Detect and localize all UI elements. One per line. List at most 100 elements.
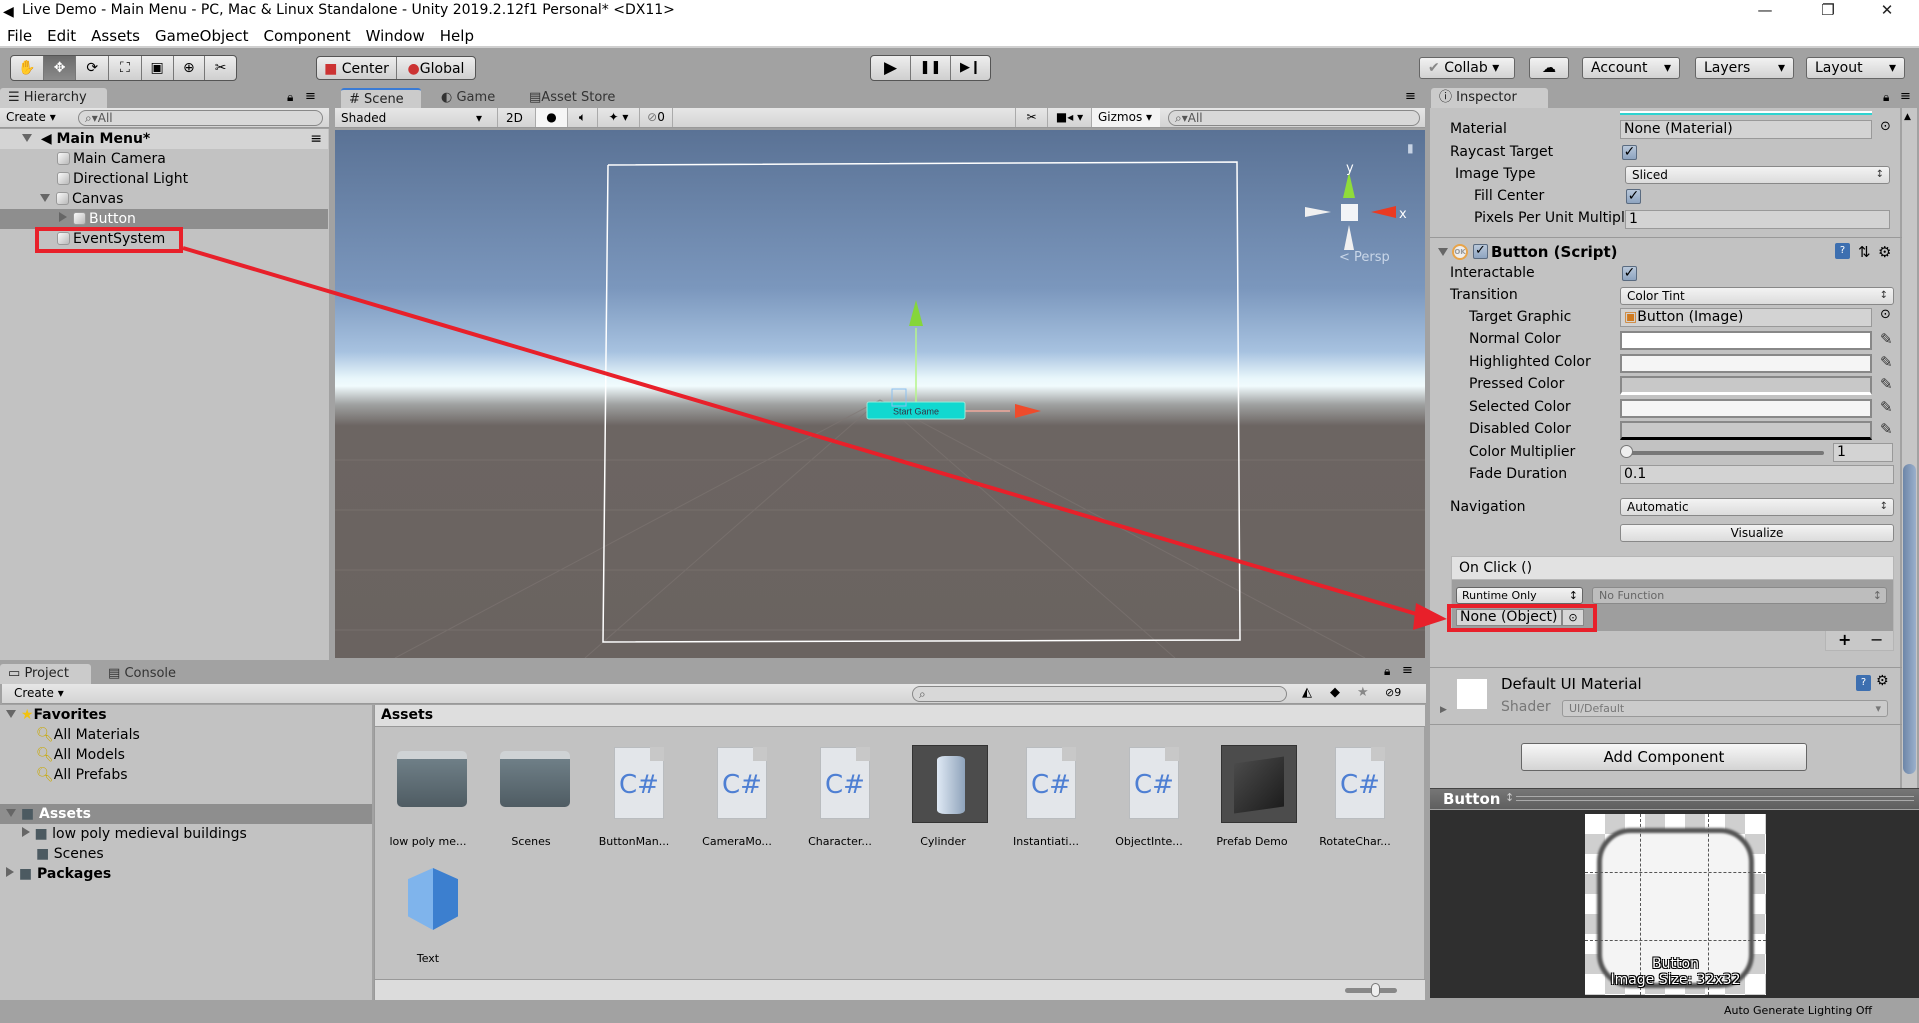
asset-item[interactable]: C# ButtonMan...: [589, 735, 679, 850]
image-type-dropdown[interactable]: Sliced: [1625, 166, 1890, 184]
hierarchy-item[interactable]: Directional Light: [0, 169, 328, 189]
pressed-color-field[interactable]: [1620, 376, 1872, 395]
collab-button[interactable]: ✔ Collab ▾: [1419, 57, 1515, 79]
hierarchy-item[interactable]: Canvas: [0, 189, 328, 209]
menu-edit[interactable]: Edit: [40, 24, 84, 48]
asset-item[interactable]: Cylinder: [898, 735, 988, 850]
color-field-partial[interactable]: [1620, 111, 1872, 115]
expand-arrow-icon[interactable]: [6, 710, 16, 718]
menu-gameobject[interactable]: GameObject: [148, 24, 257, 48]
collapse-arrow-icon[interactable]: [59, 212, 67, 222]
panel-menu-icon[interactable]: ≡: [1405, 89, 1416, 104]
layers-dropdown[interactable]: Layers ▾: [1695, 57, 1794, 79]
visualize-button[interactable]: Visualize: [1620, 524, 1894, 542]
asset-item[interactable]: C# Character...: [795, 735, 885, 850]
cloud-button[interactable]: ☁: [1529, 57, 1569, 79]
object-picker-icon[interactable]: ⊙: [1880, 119, 1891, 134]
scene-menu-icon[interactable]: ≡: [310, 129, 322, 149]
menu-help[interactable]: Help: [433, 24, 482, 48]
lock-icon[interactable]: 🔒︎: [1384, 664, 1390, 679]
asset-item[interactable]: C# RotateChar...: [1310, 735, 1400, 850]
folder-item[interactable]: ■ low poly medieval buildings: [0, 824, 328, 844]
layout-dropdown[interactable]: Layout ▾: [1806, 57, 1905, 79]
menu-file[interactable]: File: [0, 24, 40, 48]
preview-dropdown-icon[interactable]: ↕: [1505, 791, 1514, 804]
object-picker-icon[interactable]: ⊙: [1880, 307, 1891, 322]
expand-arrow-icon[interactable]: [1438, 248, 1448, 256]
selected-color-field[interactable]: [1620, 399, 1872, 418]
asset-item[interactable]: C# CameraMo...: [692, 735, 782, 850]
eyedropper-icon[interactable]: ✎: [1880, 353, 1893, 371]
favorites-node[interactable]: ★Favorites: [0, 705, 372, 725]
menu-assets[interactable]: Assets: [84, 24, 148, 48]
expand-arrow-icon[interactable]: [6, 809, 16, 817]
lock-icon[interactable]: 🔒︎: [1883, 90, 1889, 105]
normal-color-field[interactable]: [1620, 331, 1872, 350]
create-dropdown[interactable]: Create ▾: [14, 686, 64, 700]
lock-icon[interactable]: 🔒︎: [287, 90, 293, 105]
raycast-target-checkbox[interactable]: ✓: [1622, 145, 1637, 160]
remove-listener-button[interactable]: −: [1870, 631, 1883, 649]
collapse-arrow-icon[interactable]: [22, 827, 30, 837]
hierarchy-item[interactable]: Main Camera: [0, 149, 328, 169]
audio-toggle-icon[interactable]: 🔈︎: [567, 108, 597, 127]
filter-by-label-icon[interactable]: ◆: [1330, 685, 1340, 700]
scene-root[interactable]: ◀ Main Menu* ≡: [0, 129, 328, 149]
settings-gear-icon[interactable]: ⚙: [1876, 673, 1889, 689]
tools-icon[interactable]: ✂: [1015, 108, 1047, 127]
asset-item[interactable]: low poly me...: [383, 735, 473, 850]
tab-hierarchy[interactable]: ☰ Hierarchy: [0, 88, 107, 108]
scene-lock-icon[interactable]: ▮: [1407, 141, 1414, 155]
fill-center-checkbox[interactable]: ✓: [1626, 189, 1641, 204]
hierarchy-item-selected[interactable]: Button: [0, 209, 328, 229]
eyedropper-icon[interactable]: ✎: [1880, 330, 1893, 348]
inspector-scrollbar[interactable]: ▲: [1902, 108, 1917, 790]
shader-dropdown[interactable]: UI/Default ▾: [1562, 700, 1888, 717]
tab-asset-store[interactable]: ▤Asset Store: [521, 88, 641, 108]
move-tool-icon[interactable]: ✥: [43, 56, 77, 80]
preset-icon[interactable]: ⇅: [1858, 241, 1871, 263]
move-gizmo-x-arrow[interactable]: [1015, 404, 1041, 418]
help-icon[interactable]: ?: [1856, 675, 1871, 691]
scene-viewport[interactable]: Start Game y x < Persp ▮: [335, 130, 1425, 658]
component-enabled-checkbox[interactable]: ✓: [1473, 244, 1488, 259]
asset-item[interactable]: C# ObjectInte...: [1104, 735, 1194, 850]
interactable-checkbox[interactable]: ✓: [1622, 266, 1637, 281]
scroll-thumb[interactable]: [1903, 464, 1916, 774]
favorite-item[interactable]: 🔍︎All Prefabs: [0, 765, 328, 785]
icon-size-slider-thumb[interactable]: [1371, 983, 1381, 997]
asset-item[interactable]: C# Instantiati...: [1001, 735, 1091, 850]
hidden-packages-toggle[interactable]: ⊘9: [1385, 686, 1401, 699]
packages-node[interactable]: ■ Packages: [0, 864, 328, 884]
add-listener-button[interactable]: +: [1838, 631, 1851, 649]
step-button[interactable]: ▶❙: [951, 56, 990, 80]
scene-search[interactable]: ⌕▾All: [1168, 110, 1420, 126]
settings-gear-icon[interactable]: ⚙: [1878, 241, 1891, 263]
project-search[interactable]: ⌕: [912, 686, 1287, 702]
projection-label[interactable]: < Persp: [1339, 250, 1390, 265]
pivot-center-button[interactable]: ■ Center: [317, 57, 397, 79]
transform-tool-icon[interactable]: ⊕: [174, 56, 206, 80]
assets-node-selected[interactable]: ■ Assets: [0, 804, 372, 824]
tab-console[interactable]: ▤ Console: [100, 664, 190, 684]
hierarchy-search[interactable]: ⌕▾All: [78, 110, 323, 126]
create-dropdown[interactable]: Create ▾: [6, 110, 56, 124]
rotate-tool-icon[interactable]: ⟳: [76, 56, 110, 80]
asset-item[interactable]: Prefab Demo: [1207, 735, 1297, 850]
move-gizmo-y-arrow[interactable]: [909, 300, 923, 326]
lighting-toggle-icon[interactable]: ●: [535, 108, 567, 127]
eyedropper-icon[interactable]: ✎: [1880, 420, 1893, 438]
material-field[interactable]: None (Material): [1620, 120, 1872, 139]
play-button[interactable]: ▶: [871, 56, 911, 80]
button-component-header[interactable]: OK ✓ Button (Script) ? ⇅ ⚙: [1430, 241, 1902, 263]
hidden-objects-toggle[interactable]: ⊘0: [639, 108, 673, 127]
disabled-color-field[interactable]: [1620, 421, 1872, 440]
eyedropper-icon[interactable]: ✎: [1880, 375, 1893, 393]
ppu-field[interactable]: 1: [1625, 210, 1890, 229]
panel-menu-icon[interactable]: ≡: [305, 89, 316, 104]
expand-arrow-icon[interactable]: ▶: [1440, 705, 1447, 715]
orientation-gizmo[interactable]: y x: [1305, 161, 1407, 250]
function-dropdown[interactable]: No Function ↕: [1592, 587, 1887, 604]
help-icon[interactable]: ?: [1835, 243, 1850, 259]
drag-handle[interactable]: [1516, 796, 1914, 801]
